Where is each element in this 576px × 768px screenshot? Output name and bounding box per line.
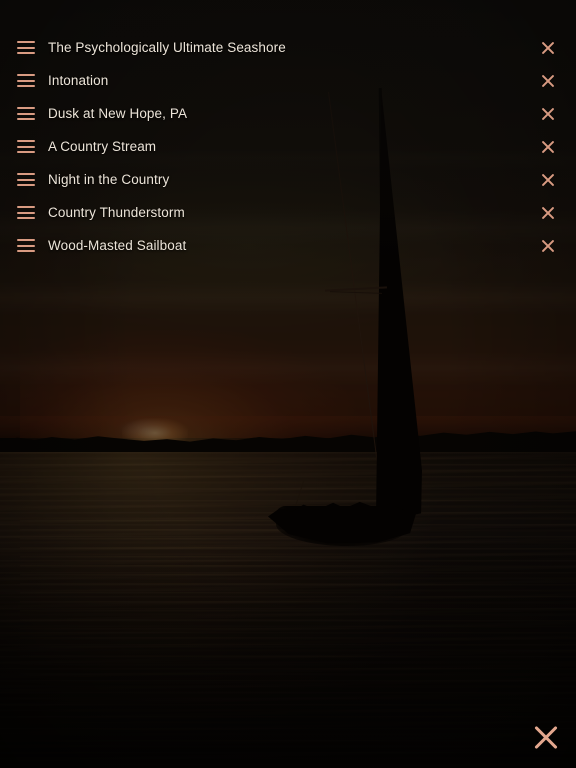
track-row[interactable]: Wood-Masted Sailboat xyxy=(0,229,576,262)
track-title: The Psychologically Ultimate Seashore xyxy=(48,39,286,55)
track-row[interactable]: The Psychologically Ultimate Seashore xyxy=(0,31,576,64)
hamburger-drag-icon[interactable] xyxy=(17,140,35,153)
hamburger-drag-icon[interactable] xyxy=(17,74,35,87)
remove-track-button[interactable] xyxy=(537,136,559,158)
hamburger-drag-icon[interactable] xyxy=(17,41,35,54)
remove-track-button[interactable] xyxy=(537,169,559,191)
remove-track-button[interactable] xyxy=(537,202,559,224)
remove-track-button[interactable] xyxy=(537,103,559,125)
track-row[interactable]: Intonation xyxy=(0,64,576,97)
hamburger-drag-icon[interactable] xyxy=(17,173,35,186)
track-title: Wood-Masted Sailboat xyxy=(48,237,187,253)
playlist: The Psychologically Ultimate Seashore In… xyxy=(0,31,576,262)
track-title: Dusk at New Hope, PA xyxy=(48,105,188,121)
track-title: Night in the Country xyxy=(48,171,170,187)
track-row[interactable]: Country Thunderstorm xyxy=(0,196,576,229)
track-title: Country Thunderstorm xyxy=(48,204,185,220)
remove-track-button[interactable] xyxy=(537,70,559,92)
track-row[interactable]: Dusk at New Hope, PA xyxy=(0,97,576,130)
app-screen: The Psychologically Ultimate Seashore In… xyxy=(0,0,576,768)
hamburger-drag-icon[interactable] xyxy=(17,206,35,219)
remove-track-button[interactable] xyxy=(537,235,559,257)
boom-secondary xyxy=(329,291,383,294)
close-overlay-button[interactable] xyxy=(524,716,568,760)
hamburger-drag-icon[interactable] xyxy=(17,107,35,120)
track-title: Intonation xyxy=(48,72,109,88)
track-row[interactable]: A Country Stream xyxy=(0,130,576,163)
hamburger-drag-icon[interactable] xyxy=(17,239,35,252)
remove-track-button[interactable] xyxy=(537,37,559,59)
track-title: A Country Stream xyxy=(48,138,157,154)
track-row[interactable]: Night in the Country xyxy=(0,163,576,196)
